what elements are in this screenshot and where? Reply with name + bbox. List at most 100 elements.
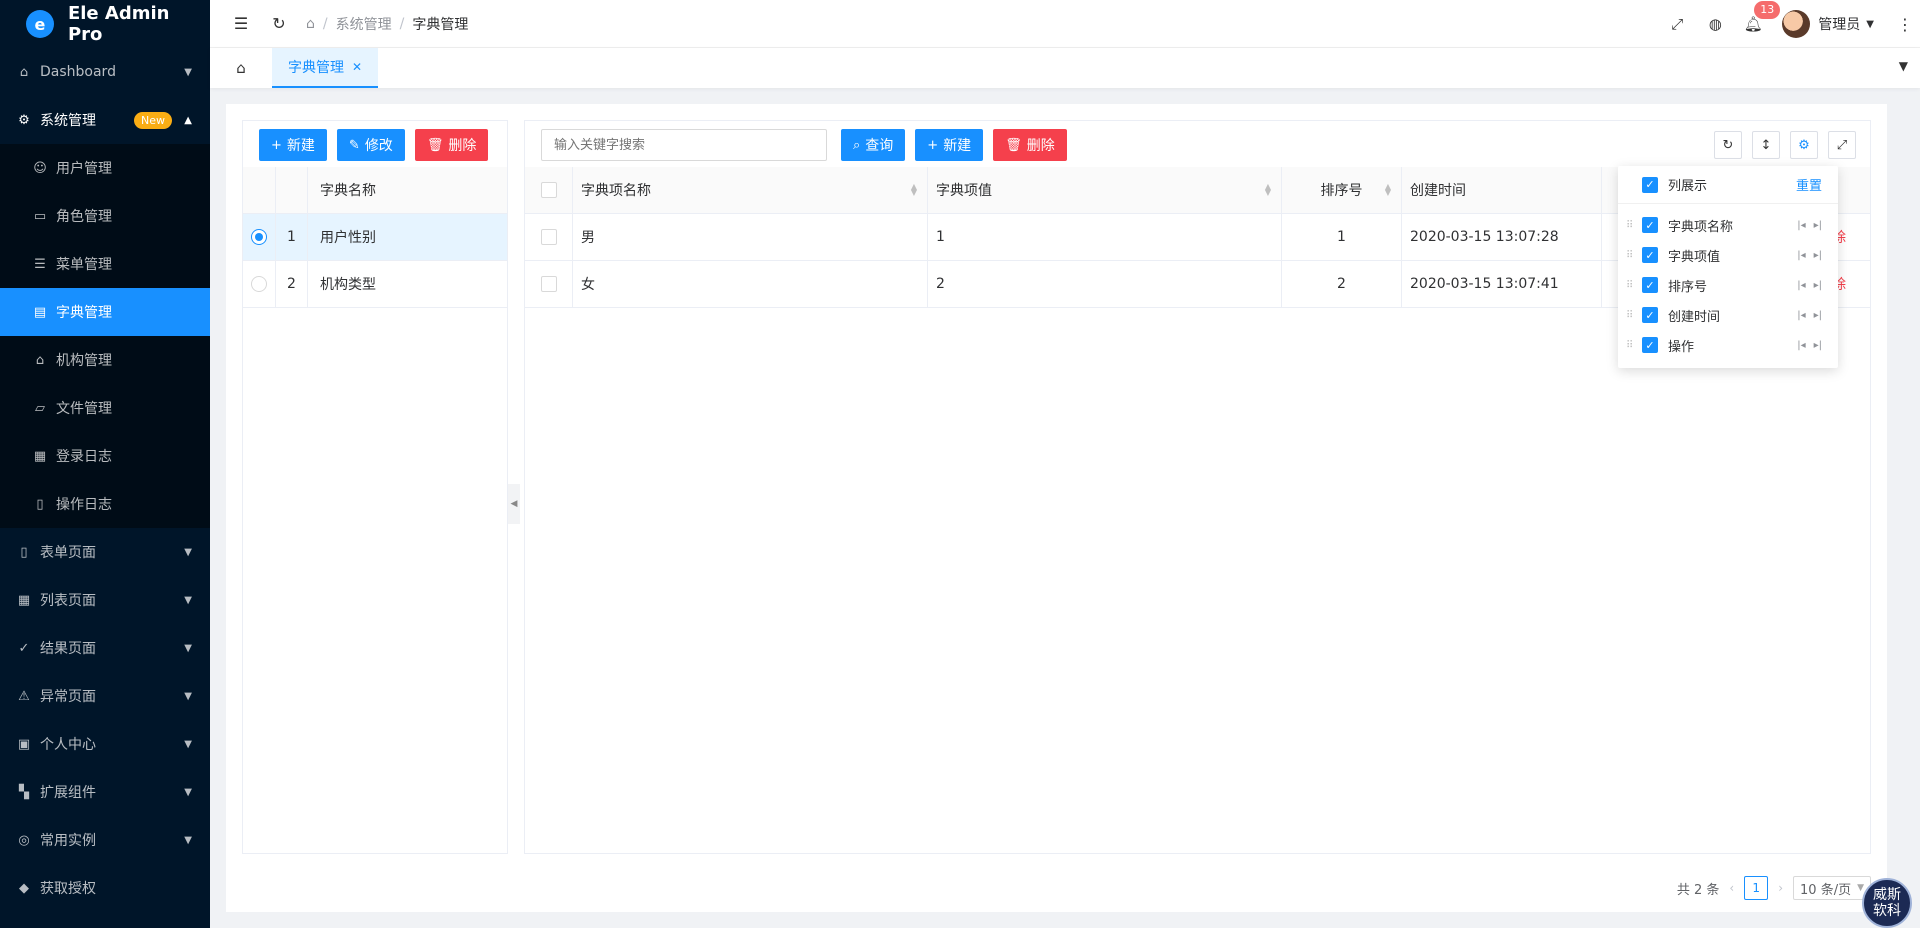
chevron-down-icon[interactable]: ▼	[1899, 59, 1908, 73]
table-row[interactable]: 1 用户性别	[243, 214, 507, 261]
column-checkbox[interactable]: ✓	[1642, 247, 1658, 263]
sidebar-item-organization[interactable]: ⌂ 机构管理	[0, 336, 210, 384]
home-icon[interactable]: ⌂	[306, 16, 315, 32]
drag-handle-icon[interactable]: ⠿	[1626, 310, 1642, 321]
sidebar-item-examples[interactable]: ◎ 常用实例 ▼	[0, 816, 210, 864]
column-setting-label: 操作	[1668, 339, 1695, 355]
tab-home[interactable]: ⌂	[210, 48, 272, 88]
column-setting-item[interactable]: ⠿ ✓ 字典项名称 |◂ ▸|	[1618, 210, 1838, 240]
edit-dictionary-button[interactable]: ✎ 修改	[336, 129, 405, 161]
fullscreen-icon[interactable]: ⤢	[1658, 15, 1696, 33]
avatar[interactable]	[1782, 10, 1811, 38]
pin-right-icon[interactable]: ▸|	[1814, 220, 1822, 231]
pin-right-icon[interactable]: ▸|	[1814, 340, 1822, 351]
drag-handle-icon[interactable]: ⠿	[1626, 280, 1642, 291]
user-name[interactable]: 管理员	[1818, 14, 1860, 34]
sidebar-item-files[interactable]: ▱ 文件管理	[0, 384, 210, 432]
sidebar-item-extensions[interactable]: ▚ 扩展组件 ▼	[0, 768, 210, 816]
sidebar-item-menus[interactable]: ☰ 菜单管理	[0, 240, 210, 288]
sidebar-item-dictionary[interactable]: ▤ 字典管理	[0, 288, 210, 336]
sidebar-item-login-log[interactable]: ▦ 登录日志	[0, 432, 210, 480]
row-checkbox[interactable]	[540, 229, 557, 245]
delete-item-button[interactable]: 🗑︎ 删除	[993, 129, 1067, 161]
delete-dictionary-button[interactable]: 🗑︎ 删除	[414, 129, 489, 161]
sidebar-item-label: 扩展组件	[40, 785, 96, 801]
appstore-icon: ▚	[19, 784, 29, 800]
sort-icon[interactable]: ▲ ▼	[1385, 183, 1391, 197]
sidebar-item-results[interactable]: ✓ 结果页面 ▼	[0, 624, 210, 672]
column-checkbox[interactable]: ✓	[1642, 337, 1658, 353]
pin-left-icon[interactable]: |◂	[1797, 250, 1805, 261]
pin-left-icon[interactable]: |◂	[1797, 340, 1805, 351]
reset-link[interactable]: 重置	[1796, 175, 1822, 194]
sidebar-item-operation-log[interactable]: ▯ 操作日志	[0, 480, 210, 528]
column-header[interactable]: 排序号 ▲ ▼	[1281, 167, 1401, 213]
column-height-icon[interactable]: ↕	[1752, 131, 1780, 159]
column-header[interactable]: 字典项名称 ▲ ▼	[572, 167, 927, 213]
sidebar-item-roles[interactable]: ▭ 角色管理	[0, 192, 210, 240]
chevron-down-icon[interactable]: ▼	[1866, 19, 1874, 30]
page-number[interactable]: 1	[1744, 876, 1769, 900]
column-checkbox[interactable]: ✓	[1642, 217, 1658, 233]
drag-handle-icon[interactable]: ⠿	[1626, 220, 1642, 231]
sidebar-item-exceptions[interactable]: ⚠ 异常页面 ▼	[0, 672, 210, 720]
column-setting-item[interactable]: ⠿ ✓ 排序号 |◂ ▸|	[1618, 270, 1838, 300]
column-setting-item[interactable]: ⠿ ✓ 字典项值 |◂ ▸|	[1618, 240, 1838, 270]
column-header[interactable]: 字典项值 ▲ ▼	[927, 167, 1281, 213]
pin-right-icon[interactable]: ▸|	[1814, 280, 1822, 291]
column-checkbox[interactable]: ✓	[1642, 277, 1658, 293]
table-row[interactable]: 2 机构类型	[243, 261, 507, 308]
setting-icon[interactable]: ⚙	[1790, 131, 1818, 159]
pin-left-icon[interactable]: |◂	[1797, 220, 1805, 231]
dictionary-table: 字典名称 1 用户性别 2 机构类型	[243, 167, 507, 308]
sidebar-item-users[interactable]: ☺ 用户管理	[0, 144, 210, 192]
sidebar-item-lists[interactable]: ▦ 列表页面 ▼	[0, 576, 210, 624]
prev-page-icon[interactable]: ‹	[1729, 881, 1734, 895]
row-radio[interactable]	[251, 276, 267, 292]
breadcrumb-item[interactable]: 系统管理	[336, 14, 392, 34]
app-logo[interactable]: e Ele Admin Pro	[0, 0, 210, 48]
next-page-icon[interactable]: ›	[1778, 881, 1783, 895]
check-all-checkbox[interactable]: ✓	[1642, 176, 1658, 193]
refresh-icon[interactable]: ↻	[260, 14, 298, 33]
pin-left-icon[interactable]: |◂	[1797, 280, 1805, 291]
sidebar-item-profile[interactable]: ▣ 个人中心 ▼	[0, 720, 210, 768]
add-item-button[interactable]: + 新建	[915, 129, 984, 161]
sort-icon[interactable]: ▲ ▼	[911, 183, 917, 197]
pin-right-icon[interactable]: ▸|	[1814, 250, 1822, 261]
sidebar-item-forms[interactable]: ▯ 表单页面 ▼	[0, 528, 210, 576]
close-icon[interactable]: ✕	[352, 60, 362, 74]
page-size-select[interactable]: 10 条/页 ▼	[1793, 876, 1871, 900]
more-vertical-icon[interactable]: ⋮	[1890, 15, 1920, 34]
column-checkbox[interactable]: ✓	[1642, 307, 1658, 323]
tab-dictionary[interactable]: 字典管理 ✕	[272, 48, 379, 88]
sort-icon[interactable]: ▲ ▼	[1265, 183, 1271, 197]
new-badge: New	[134, 111, 172, 129]
drag-handle-icon[interactable]: ⠿	[1626, 250, 1642, 261]
language-icon[interactable]: ◍	[1696, 15, 1734, 33]
column-setting-item[interactable]: ⠿ ✓ 操作 |◂ ▸|	[1618, 330, 1838, 360]
sidebar-item-license[interactable]: ◆ 获取授权	[0, 864, 210, 912]
sidebar-item-system[interactable]: ⚙ 系统管理 New ▲	[0, 96, 210, 144]
pin-right-icon[interactable]: ▸|	[1814, 310, 1822, 321]
select-all-checkbox[interactable]	[540, 182, 557, 198]
split-collapse-handle[interactable]: ◀	[508, 484, 520, 524]
column-setting-item[interactable]: ⠿ ✓ 创建时间 |◂ ▸|	[1618, 300, 1838, 330]
drag-handle-icon[interactable]: ⠿	[1626, 340, 1642, 351]
bell-icon[interactable]: 🔔︎ 13	[1734, 1, 1781, 33]
row-radio[interactable]	[251, 229, 267, 245]
query-button[interactable]: ⌕ 查询	[841, 129, 906, 161]
chevron-down-icon: ▼	[184, 834, 192, 846]
bank-icon: ⌂	[35, 352, 45, 368]
pin-left-icon[interactable]: |◂	[1797, 310, 1805, 321]
search-input[interactable]	[541, 129, 827, 161]
dictionary-panel: + 新建 ✎ 修改 🗑︎ 删除 字典名称 1 用户性别 2 机构类型	[242, 120, 508, 854]
fullscreen-icon[interactable]: ⤢	[1828, 131, 1856, 159]
header-cell	[275, 167, 307, 213]
add-dictionary-button[interactable]: + 新建	[259, 129, 327, 161]
breadcrumb: ⌂ / 系统管理 / 字典管理	[306, 14, 468, 34]
reload-icon[interactable]: ↻	[1714, 131, 1742, 159]
menu-fold-icon[interactable]: ☰	[222, 14, 260, 33]
row-checkbox[interactable]	[540, 276, 557, 292]
sidebar-item-dashboard[interactable]: ⌂ Dashboard ▼	[0, 48, 210, 96]
